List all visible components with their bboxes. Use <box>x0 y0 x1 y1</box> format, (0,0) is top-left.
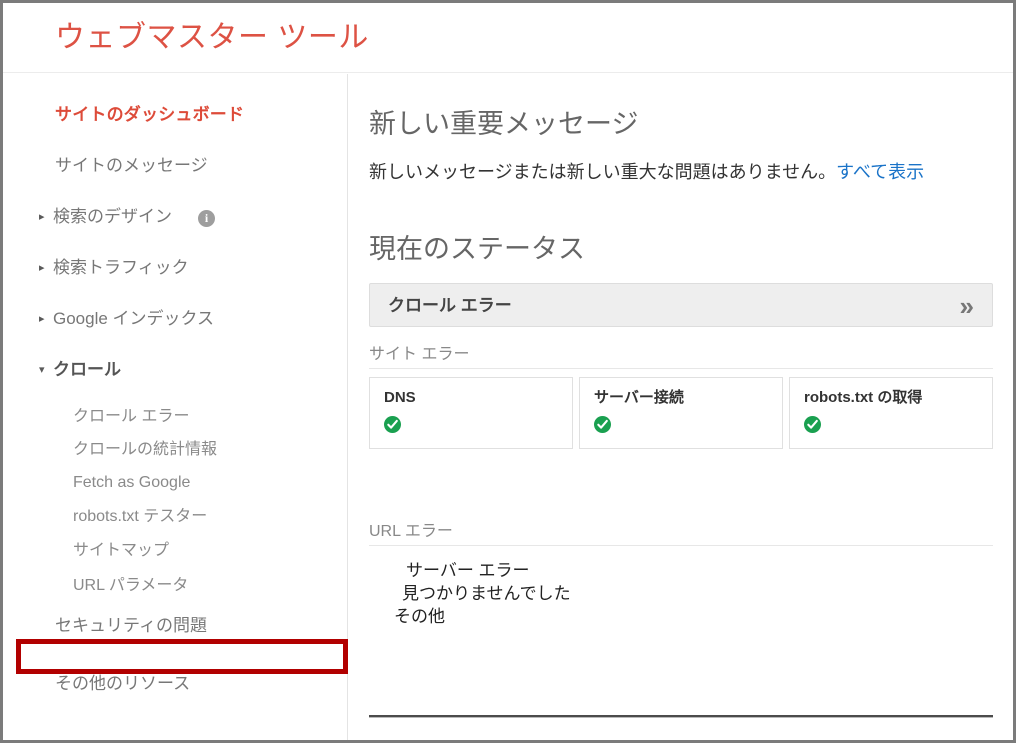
column-header: サーバー接続 <box>594 389 684 406</box>
site-error-cell-robots-txt: robots.txt の取得 <box>789 377 993 449</box>
url-parameters-highlight-box <box>16 639 348 674</box>
sidebar: サイトのダッシュボード サイトのメッセージ ▸ 検索のデザイン i ▸ 検索トラフィ… <box>3 74 348 740</box>
status-ok-check-icon <box>804 416 821 433</box>
chevron-right-icon: ▸ <box>39 312 45 325</box>
list-item: その他 <box>394 607 445 626</box>
app-header: ウェブマスター ツール <box>3 3 1013 73</box>
info-icon[interactable]: i <box>198 210 215 227</box>
sidebar-item-label: セキュリティの問題 <box>55 616 207 635</box>
current-status-heading: 現在のステータス <box>369 234 585 264</box>
new-messages-text: 新しいメッセージまたは新しい重大な問題はありません。 <box>369 162 837 182</box>
site-errors-table: DNS サーバー接続 robots.txt の取得 <box>369 377 993 449</box>
sidebar-item-url-parameters[interactable]: URL パラメータ <box>73 575 188 596</box>
column-header: DNS <box>384 389 416 406</box>
double-chevron-right-icon[interactable]: » <box>960 290 974 322</box>
view-all-link[interactable]: すべて表示 <box>836 162 924 182</box>
sidebar-item-label: サイトマップ <box>73 542 170 559</box>
status-ok-check-icon <box>594 416 611 433</box>
url-errors-list: サーバー エラー 見つかりませんでした その他 <box>369 559 571 628</box>
sidebar-item-label: Fetch as Google <box>73 474 191 491</box>
sidebar-item-security-issues[interactable]: セキュリティの問題 <box>55 615 207 637</box>
sidebar-item-crawl[interactable]: ▾ クロール <box>39 359 121 382</box>
column-header: robots.txt の取得 <box>804 389 923 406</box>
main-content: 新しい重要メッセージ 新しいメッセージまたは新しい重大な問題はありません。すべて… <box>349 74 1013 740</box>
sidebar-item-google-index[interactable]: ▸ Google インデックス <box>39 308 214 331</box>
sidebar-item-label: サイトのメッセージ <box>55 156 208 175</box>
sidebar-item-search-appearance[interactable]: ▸ 検索のデザイン <box>39 206 172 229</box>
webmaster-tools-page: ウェブマスター ツール サイトのダッシュボード サイトのメッセージ ▸ 検索のデザ… <box>0 0 1016 743</box>
sidebar-item-other-resources[interactable]: その他のリソース <box>55 673 190 695</box>
sidebar-item-label: その他のリソース <box>55 674 191 693</box>
sidebar-item-robots-txt-tester[interactable]: robots.txt テスター <box>73 506 207 527</box>
sidebar-item-label: 検索トラフィック <box>53 258 189 277</box>
chevron-down-icon: ▾ <box>39 363 45 376</box>
sidebar-item-crawl-stats[interactable]: クロールの統計情報 <box>73 439 217 460</box>
sidebar-item-site-messages[interactable]: サイトのメッセージ <box>55 155 208 177</box>
sidebar-item-label: クロール <box>53 360 121 379</box>
sidebar-item-site-dashboard[interactable]: サイトのダッシュボード <box>55 104 244 126</box>
site-error-cell-server-connection: サーバー接続 <box>579 377 783 449</box>
crawl-errors-bar[interactable]: クロール エラー » <box>369 283 993 327</box>
site-errors-divider <box>369 368 993 369</box>
bottom-divider <box>369 715 993 718</box>
sidebar-item-label: サイトのダッシュボード <box>55 105 245 124</box>
sidebar-item-search-traffic[interactable]: ▸ 検索トラフィック <box>39 257 189 280</box>
site-error-cell-dns: DNS <box>369 377 573 449</box>
new-messages-heading: 新しい重要メッセージ <box>369 109 639 139</box>
body-area: サイトのダッシュボード サイトのメッセージ ▸ 検索のデザイン i ▸ 検索トラフィ… <box>3 74 1013 740</box>
sidebar-item-label: 検索のデザイン <box>53 207 172 226</box>
url-errors-heading: URL エラー <box>369 523 453 540</box>
sidebar-item-label: クロール エラー <box>73 408 190 425</box>
list-item: サーバー エラー <box>406 561 530 580</box>
sidebar-item-sitemaps[interactable]: サイトマップ <box>73 540 169 561</box>
crawl-errors-bar-label: クロール エラー <box>388 296 512 315</box>
url-errors-divider <box>369 545 993 546</box>
sidebar-item-crawl-errors[interactable]: クロール エラー <box>73 406 189 427</box>
status-ok-check-icon <box>384 416 401 433</box>
site-errors-heading: サイト エラー <box>369 346 470 363</box>
list-item: 見つかりませんでした <box>402 584 571 603</box>
sidebar-item-fetch-as-google[interactable]: Fetch as Google <box>73 472 190 493</box>
sidebar-item-label: robots.txt テスター <box>73 508 208 525</box>
sidebar-item-label: クロールの統計情報 <box>73 441 218 458</box>
chevron-right-icon: ▸ <box>39 261 45 274</box>
new-messages-body: 新しいメッセージまたは新しい重大な問題はありません。すべて表示 <box>369 160 924 184</box>
sidebar-item-label: Google インデックス <box>53 309 215 328</box>
chevron-right-icon: ▸ <box>39 210 45 223</box>
page-title: ウェブマスター ツール <box>55 21 369 54</box>
sidebar-item-label: URL パラメータ <box>73 577 189 594</box>
